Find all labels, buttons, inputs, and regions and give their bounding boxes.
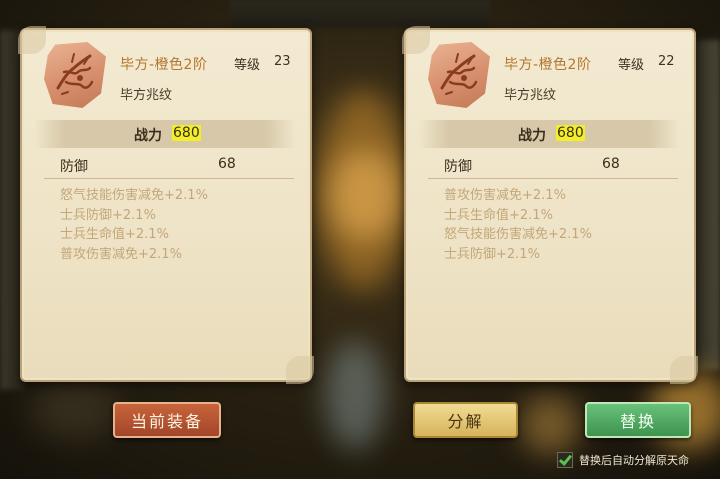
attribute-item: 怒气技能伤害减免+2.1%: [444, 227, 592, 242]
power-value: 680: [172, 125, 201, 141]
power-bar: [34, 120, 296, 148]
current-item-panel: 毕方-橙色2阶 等级 23 毕方兆纹 战力 680 防御 68 怒气技能伤害减免…: [18, 26, 314, 384]
background-glow: [30, 380, 120, 440]
item-icon-frame[interactable]: [428, 42, 490, 108]
background-glow: [330, 150, 400, 240]
background-glow: [325, 340, 385, 450]
level-label: 等级: [618, 58, 645, 73]
item-name: 毕方-橙色2阶: [504, 57, 592, 73]
auto-decompose-option[interactable]: 替换后自动分解原天命: [557, 452, 689, 468]
power-label: 战力: [518, 128, 546, 144]
decompose-button[interactable]: 分解: [413, 402, 518, 438]
defense-label: 防御: [60, 159, 88, 175]
power-value: 680: [556, 125, 585, 141]
auto-decompose-checkbox[interactable]: [557, 452, 573, 468]
defense-label: 防御: [444, 159, 472, 175]
game-screen: 毕方-橙色2阶 等级 23 毕方兆纹 战力 680 防御 68 怒气技能伤害减免…: [0, 0, 720, 479]
power-label: 战力: [134, 128, 162, 144]
attribute-item: 士兵防御+2.1%: [444, 246, 540, 262]
rune-stone-icon: [428, 42, 490, 108]
attribute-item: 普攻伤害减免+2.1%: [444, 188, 566, 203]
item-subtype: 毕方兆纹: [120, 88, 173, 103]
background-glow: [520, 395, 580, 455]
defense-value: 68: [602, 156, 620, 172]
level-value: 22: [658, 54, 675, 69]
level-label: 等级: [234, 58, 261, 73]
attribute-item: 士兵生命值+2.1%: [60, 227, 169, 242]
power-bar: [418, 120, 680, 148]
item-name: 毕方-橙色2阶: [120, 57, 208, 73]
attribute-list: 普攻伤害减免+2.1% 士兵生命值+2.1% 怒气技能伤害减免+2.1% 士兵防…: [444, 186, 592, 264]
divider: [428, 178, 678, 179]
attribute-item: 士兵生命值+2.1%: [444, 207, 553, 223]
item-icon-frame[interactable]: [44, 42, 106, 108]
attribute-list: 怒气技能伤害减免+2.1% 士兵防御+2.1% 士兵生命值+2.1% 普攻伤害减…: [60, 186, 208, 264]
attribute-item: 普攻伤害减免+2.1%: [60, 246, 182, 262]
attribute-item: 怒气技能伤害减免+2.1%: [60, 188, 208, 203]
divider: [44, 178, 294, 179]
replace-button[interactable]: 替换: [585, 402, 691, 438]
background-top-bar: [230, 0, 490, 28]
attribute-item: 士兵防御+2.1%: [60, 207, 156, 223]
current-equip-button[interactable]: 当前装备: [113, 402, 221, 438]
auto-decompose-label: 替换后自动分解原天命: [579, 454, 689, 467]
new-item-panel: 毕方-橙色2阶 等级 22 毕方兆纹 战力 680 防御 68 普攻伤害减免+2…: [402, 26, 698, 384]
item-subtype: 毕方兆纹: [504, 88, 557, 103]
rune-stone-icon: [44, 42, 106, 108]
defense-value: 68: [218, 156, 236, 172]
level-value: 23: [274, 54, 291, 69]
